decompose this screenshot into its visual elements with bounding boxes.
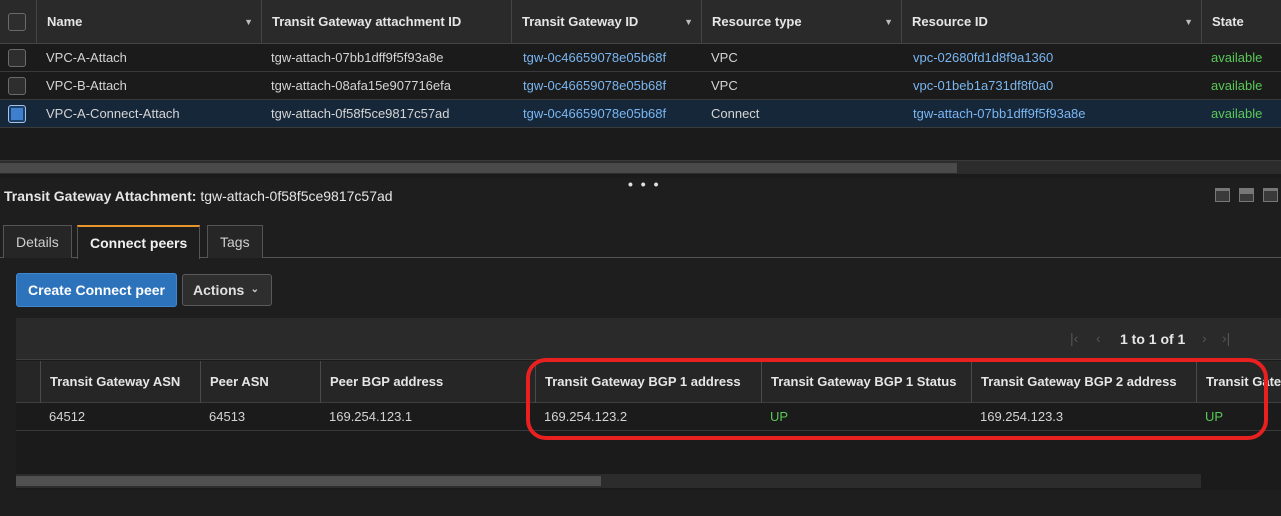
resource-id-link[interactable]: tgw-attach-07bb1dff9f5f93a8e [913, 100, 1086, 128]
attachment-name: VPC-B-Attach [46, 78, 127, 93]
table-row-selected[interactable]: VPC-A-Connect-Attach tgw-attach-0f58f5ce… [0, 100, 1281, 128]
attachment-name: VPC-A-Attach [46, 50, 127, 65]
tgw-id-link[interactable]: tgw-0c46659078e05b68f [523, 44, 666, 72]
column-header-peer-bgp-address[interactable]: Peer BGP address [320, 361, 535, 403]
column-header-resource-type[interactable]: Resource type ▼ [701, 0, 901, 44]
sort-icon[interactable]: ▼ [684, 0, 693, 44]
resource-id-link[interactable]: vpc-01beb1a731df8f0a0 [913, 72, 1053, 100]
panel-minimize-icon[interactable] [1215, 188, 1230, 202]
state-value: available [1211, 106, 1263, 121]
scrollbar-thumb[interactable] [16, 476, 601, 486]
detail-tabs: Details Connect peers Tags [0, 225, 1281, 259]
row-checkbox[interactable] [8, 49, 26, 67]
tab-tags[interactable]: Tags [207, 225, 263, 258]
peer-asn-value: 64513 [209, 409, 246, 424]
sort-icon[interactable]: ▼ [1184, 0, 1193, 44]
tab-connect-peers[interactable]: Connect peers [77, 225, 201, 259]
column-header-name[interactable]: Name ▼ [36, 0, 261, 44]
sort-icon[interactable]: ▼ [884, 0, 893, 44]
peers-table-scrollbar[interactable] [16, 474, 1201, 488]
attachment-id: tgw-attach-08afa15e907716efa [271, 78, 451, 93]
last-page-icon[interactable]: ›| [1222, 330, 1230, 346]
attachment-name: VPC-A-Connect-Attach [46, 106, 180, 121]
panel-maximize-icon[interactable] [1263, 188, 1278, 202]
table-row[interactable]: VPC-B-Attach tgw-attach-08afa15e907716ef… [0, 72, 1281, 100]
top-table-scrollbar[interactable] [0, 160, 1281, 174]
sort-icon[interactable]: ▼ [244, 0, 253, 44]
attachments-table-header: Name ▼ Transit Gateway attachment ID Tran… [0, 0, 1281, 44]
attachments-table: Name ▼ Transit Gateway attachment ID Tran… [0, 0, 1281, 178]
resource-type: VPC [711, 50, 738, 65]
attachment-id: tgw-attach-0f58f5ce9817c57ad [271, 106, 450, 121]
column-header-resource-id[interactable]: Resource ID ▼ [901, 0, 1201, 44]
column-header-attachment-id[interactable]: Transit Gateway attachment ID [261, 0, 511, 44]
chevron-down-icon: ⌄ [250, 284, 259, 295]
panel-split-icon[interactable] [1239, 188, 1254, 202]
row-checkbox[interactable] [8, 77, 26, 95]
column-header-tgw-id[interactable]: Transit Gateway ID ▼ [511, 0, 701, 44]
annotation-highlight-box [526, 358, 1268, 440]
row-checkbox-checked[interactable] [8, 105, 26, 123]
resource-id-link[interactable]: vpc-02680fd1d8f9a1360 [913, 44, 1053, 72]
actions-button[interactable]: Actions ⌄ [182, 274, 272, 306]
column-header-peer-asn[interactable]: Peer ASN [200, 361, 320, 403]
tgw-id-link[interactable]: tgw-0c46659078e05b68f [523, 100, 666, 128]
peer-bgp-address-value: 169.254.123.1 [329, 409, 413, 424]
column-header-state[interactable]: State [1201, 0, 1281, 44]
table-row[interactable]: VPC-A-Attach tgw-attach-07bb1dff9f5f93a8… [0, 44, 1281, 72]
attachment-id: tgw-attach-07bb1dff9f5f93a8e [271, 50, 444, 65]
pagination-bar: |‹ ‹ 1 to 1 of 1 › ›| [16, 318, 1281, 360]
select-all-checkbox[interactable] [8, 13, 26, 31]
detail-attachment-id: tgw-attach-0f58f5ce9817c57ad [200, 188, 393, 204]
detail-panel-title: Transit Gateway Attachment: tgw-attach-0… [4, 188, 393, 204]
resource-type: VPC [711, 78, 738, 93]
resource-type: Connect [711, 106, 760, 121]
column-header-tgw-asn[interactable]: Transit Gateway ASN [40, 361, 200, 403]
scrollbar-thumb[interactable] [0, 163, 957, 173]
tab-details[interactable]: Details [3, 225, 72, 258]
prev-page-icon[interactable]: ‹ [1096, 330, 1101, 346]
pagination-text: 1 to 1 of 1 [1120, 331, 1186, 347]
tgw-asn-value: 64512 [49, 409, 86, 424]
state-value: available [1211, 50, 1263, 65]
next-page-icon[interactable]: › [1202, 330, 1207, 346]
create-connect-peer-button[interactable]: Create Connect peer [16, 273, 177, 307]
first-page-icon[interactable]: |‹ [1070, 330, 1078, 346]
state-value: available [1211, 78, 1263, 93]
panel-resize-handle[interactable]: • • • [628, 176, 660, 192]
tgw-id-link[interactable]: tgw-0c46659078e05b68f [523, 72, 666, 100]
